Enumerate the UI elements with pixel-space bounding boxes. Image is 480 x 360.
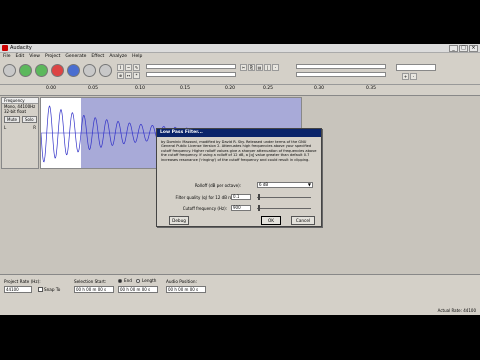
chevron-down-icon: ▼ <box>307 182 311 187</box>
selection-start-label: Selection Start: <box>74 279 107 284</box>
length-radio[interactable] <box>136 279 140 283</box>
selection-start-field[interactable]: 00 h 00 m 00 s <box>74 286 114 293</box>
mic-slider[interactable] <box>296 72 386 77</box>
play-icon[interactable] <box>19 64 32 77</box>
length-label: Length <box>142 278 157 283</box>
menu-project[interactable]: Project <box>45 53 60 61</box>
input-meter[interactable] <box>146 72 236 77</box>
dialog-description: by Dominic Mazzoni, modified by David R.… <box>161 140 317 162</box>
copy-icon[interactable]: ⎘ <box>248 64 255 71</box>
selection-end-field[interactable]: 00 h 00 m 00 s <box>118 286 158 293</box>
audio-position-label: Audio Position: <box>166 279 197 284</box>
debug-button[interactable]: Debug <box>169 216 189 225</box>
timeshift-tool-icon[interactable]: ↔ <box>125 72 132 79</box>
menu-bar: File Edit View Project Generate Effect A… <box>0 53 480 61</box>
rolloff-value: 6 dB <box>259 182 269 187</box>
status-bar-rate: Actual Rate: 44100 <box>437 308 476 313</box>
ruler-tick: 0.10 <box>135 86 146 91</box>
ruler-tick: 0.35 <box>366 86 377 91</box>
track-control-panel[interactable]: Frequency Mono, 44100Hz 32-bit float Mut… <box>1 97 39 169</box>
timeline-ruler[interactable]: 0.00 0.05 0.10 0.15 0.20 0.25 0.30 0.35 <box>0 85 480 96</box>
device-select[interactable] <box>396 64 436 71</box>
multi-tool-icon[interactable]: * <box>133 72 140 79</box>
project-rate-select[interactable]: 44100 <box>4 286 32 293</box>
menu-view[interactable]: View <box>29 53 40 61</box>
q-slider-thumb[interactable] <box>258 194 260 200</box>
ruler-tick: 0.00 <box>46 86 57 91</box>
rolloff-label: Rolloff (dB per octave): <box>194 183 241 188</box>
snap-to-checkbox[interactable] <box>38 287 43 292</box>
volume-slider[interactable] <box>296 64 386 69</box>
cutoff-slider[interactable] <box>257 208 311 209</box>
ruler-tick: 0.30 <box>314 86 325 91</box>
trim-icon[interactable]: | <box>264 64 271 71</box>
audio-position-field[interactable]: 00 h 00 m 00 s <box>166 286 206 293</box>
title-bar: Audacity _ □ × <box>0 44 480 53</box>
ruler-tick: 0.20 <box>225 86 236 91</box>
solo-button[interactable]: Solo <box>22 116 37 123</box>
toolbar: I ~ ✎ ⊕ ↔ * ✂ ⎘ ▤ | - + - <box>0 61 480 85</box>
menu-help[interactable]: Help <box>132 53 142 61</box>
audacity-icon <box>2 45 8 51</box>
pan-left-label: L <box>4 125 7 130</box>
cancel-button[interactable]: Cancel <box>291 216 315 225</box>
q-label: Filter quality (q) for 12 dB rolloff: <box>175 195 241 200</box>
dialog-title: Low Pass Filter... <box>157 129 321 137</box>
selection-bar: Project Rate (Hz): 44100 Snap To Selecti… <box>0 274 480 315</box>
loop-play-icon[interactable] <box>35 64 48 77</box>
cutoff-label: Cutoff frequency (Hz): <box>182 206 227 211</box>
q-slider[interactable] <box>257 197 311 198</box>
ruler-tick: 0.25 <box>263 86 274 91</box>
draw-tool-icon[interactable]: ✎ <box>133 64 140 71</box>
close-icon[interactable]: × <box>469 45 478 52</box>
zoom-tool-icon[interactable]: ⊕ <box>117 72 124 79</box>
project-rate-label: Project Rate (Hz): <box>4 279 41 284</box>
record-icon[interactable] <box>51 64 64 77</box>
menu-effect[interactable]: Effect <box>91 53 104 61</box>
pan-right-label: R <box>33 125 36 130</box>
minimize-icon[interactable]: _ <box>449 45 458 52</box>
zoom-in-icon[interactable]: + <box>402 73 409 80</box>
paste-icon[interactable]: ▤ <box>256 64 263 71</box>
cutoff-field[interactable]: 900 <box>231 205 251 211</box>
selection-tool-icon[interactable]: I <box>117 64 124 71</box>
skip-start-icon[interactable] <box>3 64 16 77</box>
ruler-tick: 0.15 <box>180 86 191 91</box>
menu-edit[interactable]: Edit <box>16 53 25 61</box>
zoom-out-icon[interactable]: - <box>410 73 417 80</box>
end-radio[interactable] <box>118 279 122 283</box>
silence-icon[interactable]: - <box>272 64 279 71</box>
cutoff-slider-thumb[interactable] <box>258 205 260 211</box>
menu-analyze[interactable]: Analyze <box>109 53 127 61</box>
ruler-tick: 0.05 <box>88 86 99 91</box>
ok-button[interactable]: OK <box>261 216 281 225</box>
pause-icon[interactable] <box>67 64 80 77</box>
q-field[interactable]: 0.1 <box>231 194 251 200</box>
snap-to-label: Snap To <box>44 287 61 292</box>
mute-button[interactable]: Mute <box>4 116 21 123</box>
end-label: End <box>124 278 132 283</box>
menu-generate[interactable]: Generate <box>65 53 86 61</box>
rolloff-select[interactable]: 6 dB ▼ <box>257 182 313 188</box>
audacity-window: Audacity _ □ × File Edit View Project Ge… <box>0 44 480 315</box>
output-meter[interactable] <box>146 64 236 69</box>
low-pass-filter-dialog: Low Pass Filter... by Dominic Mazzoni, m… <box>156 128 322 227</box>
window-title: Audacity <box>10 45 32 51</box>
envelope-tool-icon[interactable]: ~ <box>125 64 132 71</box>
maximize-icon[interactable]: □ <box>459 45 468 52</box>
stop-icon[interactable] <box>83 64 96 77</box>
skip-end-icon[interactable] <box>99 64 112 77</box>
cut-icon[interactable]: ✂ <box>240 64 247 71</box>
menu-file[interactable]: File <box>3 53 11 61</box>
